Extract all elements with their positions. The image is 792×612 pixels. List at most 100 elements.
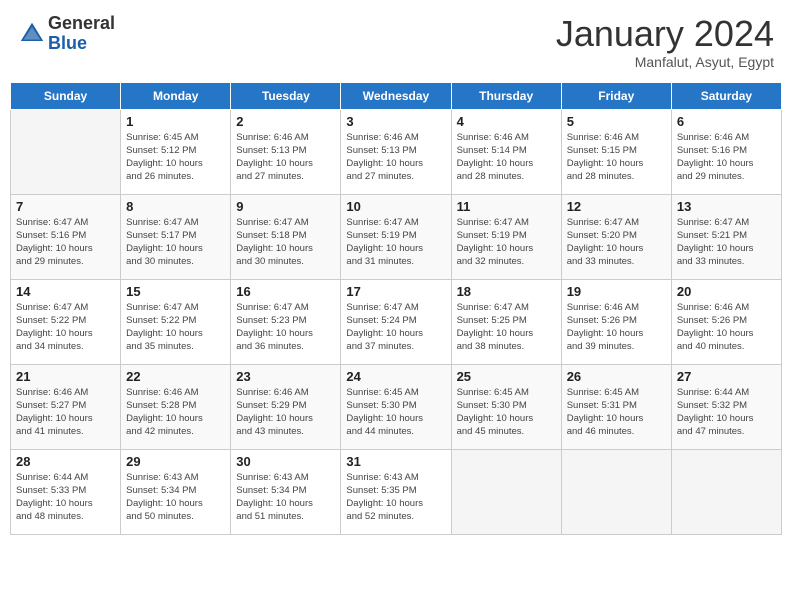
day-info: Sunrise: 6:46 AM Sunset: 5:27 PM Dayligh…: [16, 386, 115, 439]
calendar-cell: [671, 449, 781, 534]
day-info: Sunrise: 6:47 AM Sunset: 5:22 PM Dayligh…: [16, 301, 115, 354]
calendar-week-row: 14 Sunrise: 6:47 AM Sunset: 5:22 PM Dayli…: [11, 279, 782, 364]
weekday-header-sunday: Sunday: [11, 82, 121, 109]
calendar-cell: 21 Sunrise: 6:46 AM Sunset: 5:27 PM Dayli…: [11, 364, 121, 449]
calendar-cell: 7 Sunrise: 6:47 AM Sunset: 5:16 PM Daylig…: [11, 194, 121, 279]
day-info: Sunrise: 6:44 AM Sunset: 5:32 PM Dayligh…: [677, 386, 776, 439]
calendar-cell: 27 Sunrise: 6:44 AM Sunset: 5:32 PM Dayli…: [671, 364, 781, 449]
day-number: 22: [126, 369, 225, 384]
calendar-cell: 11Sunrise: 6:47 AM Sunset: 5:19 PM Dayli…: [451, 194, 561, 279]
day-info: Sunrise: 6:46 AM Sunset: 5:14 PM Dayligh…: [457, 131, 556, 184]
day-info: Sunrise: 6:46 AM Sunset: 5:15 PM Dayligh…: [567, 131, 666, 184]
day-info: Sunrise: 6:47 AM Sunset: 5:19 PM Dayligh…: [457, 216, 556, 269]
logo-icon: [18, 20, 46, 48]
day-number: 9: [236, 199, 335, 214]
calendar-cell: 29Sunrise: 6:43 AM Sunset: 5:34 PM Dayli…: [121, 449, 231, 534]
day-info: Sunrise: 6:43 AM Sunset: 5:34 PM Dayligh…: [236, 471, 335, 524]
weekday-header-friday: Friday: [561, 82, 671, 109]
day-info: Sunrise: 6:46 AM Sunset: 5:26 PM Dayligh…: [677, 301, 776, 354]
day-info: Sunrise: 6:43 AM Sunset: 5:35 PM Dayligh…: [346, 471, 445, 524]
day-info: Sunrise: 6:47 AM Sunset: 5:17 PM Dayligh…: [126, 216, 225, 269]
day-info: Sunrise: 6:47 AM Sunset: 5:21 PM Dayligh…: [677, 216, 776, 269]
day-number: 23: [236, 369, 335, 384]
calendar-table: SundayMondayTuesdayWednesdayThursdayFrid…: [10, 82, 782, 535]
calendar-cell: 30Sunrise: 6:43 AM Sunset: 5:34 PM Dayli…: [231, 449, 341, 534]
day-number: 17: [346, 284, 445, 299]
calendar-cell: 31Sunrise: 6:43 AM Sunset: 5:35 PM Dayli…: [341, 449, 451, 534]
location: Manfalut, Asyut, Egypt: [556, 54, 774, 70]
weekday-header-saturday: Saturday: [671, 82, 781, 109]
day-number: 26: [567, 369, 666, 384]
logo-text: General Blue: [48, 14, 115, 54]
day-number: 27: [677, 369, 776, 384]
calendar-header-row: SundayMondayTuesdayWednesdayThursdayFrid…: [11, 82, 782, 109]
calendar-cell: 1 Sunrise: 6:45 AM Sunset: 5:12 PM Daylig…: [121, 109, 231, 194]
day-info: Sunrise: 6:45 AM Sunset: 5:31 PM Dayligh…: [567, 386, 666, 439]
weekday-header-thursday: Thursday: [451, 82, 561, 109]
day-number: 10: [346, 199, 445, 214]
calendar-week-row: 28 Sunrise: 6:44 AM Sunset: 5:33 PM Dayli…: [11, 449, 782, 534]
day-number: 8: [126, 199, 225, 214]
calendar-cell: 22 Sunrise: 6:46 AM Sunset: 5:28 PM Dayli…: [121, 364, 231, 449]
day-number: 7: [16, 199, 115, 214]
day-info: Sunrise: 6:47 AM Sunset: 5:16 PM Dayligh…: [16, 216, 115, 269]
calendar-cell: 25 Sunrise: 6:45 AM Sunset: 5:30 PM Dayli…: [451, 364, 561, 449]
page-header: General Blue January 2024 Manfalut, Asyu…: [10, 10, 782, 74]
day-number: 21: [16, 369, 115, 384]
day-info: Sunrise: 6:46 AM Sunset: 5:16 PM Dayligh…: [677, 131, 776, 184]
calendar-cell: 4 Sunrise: 6:46 AM Sunset: 5:14 PM Daylig…: [451, 109, 561, 194]
day-number: 15: [126, 284, 225, 299]
day-info: Sunrise: 6:47 AM Sunset: 5:19 PM Dayligh…: [346, 216, 445, 269]
calendar-cell: 12 Sunrise: 6:47 AM Sunset: 5:20 PM Dayli…: [561, 194, 671, 279]
day-number: 2: [236, 114, 335, 129]
day-number: 24: [346, 369, 445, 384]
logo-general-text: General: [48, 14, 115, 34]
calendar-cell: 24 Sunrise: 6:45 AM Sunset: 5:30 PM Dayli…: [341, 364, 451, 449]
calendar-cell: [11, 109, 121, 194]
logo-blue-text: Blue: [48, 34, 115, 54]
month-year: January 2024: [556, 14, 774, 54]
day-info: Sunrise: 6:47 AM Sunset: 5:18 PM Dayligh…: [236, 216, 335, 269]
calendar-cell: 9 Sunrise: 6:47 AM Sunset: 5:18 PM Daylig…: [231, 194, 341, 279]
day-info: Sunrise: 6:47 AM Sunset: 5:24 PM Dayligh…: [346, 301, 445, 354]
day-number: 1: [126, 114, 225, 129]
day-info: Sunrise: 6:46 AM Sunset: 5:26 PM Dayligh…: [567, 301, 666, 354]
day-number: 12: [567, 199, 666, 214]
day-info: Sunrise: 6:46 AM Sunset: 5:29 PM Dayligh…: [236, 386, 335, 439]
day-number: 28: [16, 454, 115, 469]
weekday-header-wednesday: Wednesday: [341, 82, 451, 109]
calendar-cell: [561, 449, 671, 534]
calendar-cell: 16 Sunrise: 6:47 AM Sunset: 5:23 PM Dayli…: [231, 279, 341, 364]
day-info: Sunrise: 6:45 AM Sunset: 5:30 PM Dayligh…: [457, 386, 556, 439]
calendar-cell: 18Sunrise: 6:47 AM Sunset: 5:25 PM Dayli…: [451, 279, 561, 364]
day-number: 19: [567, 284, 666, 299]
day-info: Sunrise: 6:47 AM Sunset: 5:23 PM Dayligh…: [236, 301, 335, 354]
day-number: 14: [16, 284, 115, 299]
day-info: Sunrise: 6:45 AM Sunset: 5:12 PM Dayligh…: [126, 131, 225, 184]
calendar-cell: 23 Sunrise: 6:46 AM Sunset: 5:29 PM Dayli…: [231, 364, 341, 449]
calendar-cell: 15 Sunrise: 6:47 AM Sunset: 5:22 PM Dayli…: [121, 279, 231, 364]
day-info: Sunrise: 6:47 AM Sunset: 5:22 PM Dayligh…: [126, 301, 225, 354]
day-number: 20: [677, 284, 776, 299]
day-info: Sunrise: 6:46 AM Sunset: 5:13 PM Dayligh…: [346, 131, 445, 184]
day-number: 25: [457, 369, 556, 384]
calendar-cell: [451, 449, 561, 534]
day-number: 16: [236, 284, 335, 299]
day-info: Sunrise: 6:46 AM Sunset: 5:28 PM Dayligh…: [126, 386, 225, 439]
day-number: 29: [126, 454, 225, 469]
day-info: Sunrise: 6:46 AM Sunset: 5:13 PM Dayligh…: [236, 131, 335, 184]
logo: General Blue: [18, 14, 115, 54]
weekday-header-monday: Monday: [121, 82, 231, 109]
calendar-cell: 19 Sunrise: 6:46 AM Sunset: 5:26 PM Dayli…: [561, 279, 671, 364]
day-number: 5: [567, 114, 666, 129]
calendar-cell: 2 Sunrise: 6:46 AM Sunset: 5:13 PM Daylig…: [231, 109, 341, 194]
calendar-cell: 28 Sunrise: 6:44 AM Sunset: 5:33 PM Dayli…: [11, 449, 121, 534]
day-info: Sunrise: 6:44 AM Sunset: 5:33 PM Dayligh…: [16, 471, 115, 524]
day-info: Sunrise: 6:47 AM Sunset: 5:20 PM Dayligh…: [567, 216, 666, 269]
calendar-cell: 8 Sunrise: 6:47 AM Sunset: 5:17 PM Daylig…: [121, 194, 231, 279]
day-number: 4: [457, 114, 556, 129]
day-info: Sunrise: 6:45 AM Sunset: 5:30 PM Dayligh…: [346, 386, 445, 439]
day-info: Sunrise: 6:47 AM Sunset: 5:25 PM Dayligh…: [457, 301, 556, 354]
calendar-week-row: 21 Sunrise: 6:46 AM Sunset: 5:27 PM Dayli…: [11, 364, 782, 449]
calendar-cell: 14 Sunrise: 6:47 AM Sunset: 5:22 PM Dayli…: [11, 279, 121, 364]
